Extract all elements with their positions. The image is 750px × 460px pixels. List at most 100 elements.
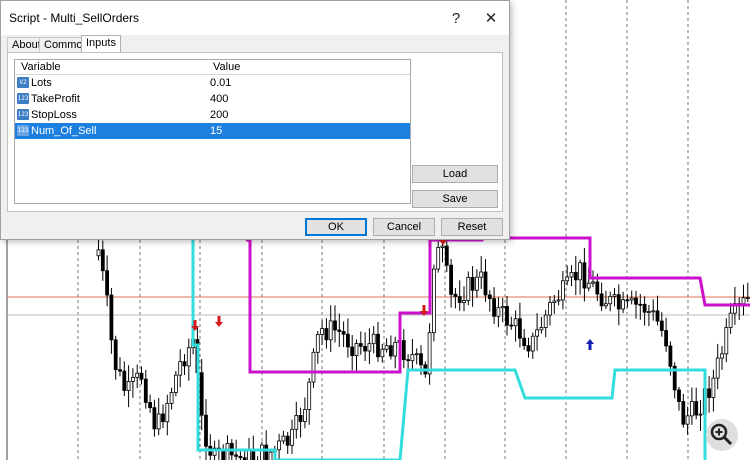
candle-body xyxy=(143,378,148,403)
candle-body xyxy=(440,245,445,248)
candle-body xyxy=(380,348,385,358)
candle-body xyxy=(410,354,415,362)
candle-body xyxy=(264,444,269,460)
cyan-indicator-line xyxy=(191,240,707,460)
candle-body xyxy=(745,297,750,299)
candle-body xyxy=(401,340,406,361)
candle-body xyxy=(483,271,488,296)
candle-body xyxy=(509,324,514,327)
candle-body xyxy=(152,407,157,430)
candle-body xyxy=(393,341,398,357)
dialog-titlebar[interactable]: Script - Multi_SellOrders ? ✕ xyxy=(1,1,509,35)
ok-button[interactable]: OK xyxy=(305,218,367,236)
zoom-icon[interactable] xyxy=(706,419,738,451)
variable-name: Num_Of_Sell xyxy=(31,125,97,137)
candle-body xyxy=(715,357,720,379)
candle-body xyxy=(358,343,363,347)
variable-name: Lots xyxy=(31,77,52,89)
variable-type-icon: 123 xyxy=(17,125,29,136)
candle-body xyxy=(427,332,432,375)
cancel-button[interactable]: Cancel xyxy=(373,218,435,236)
table-row[interactable]: 123 StopLoss 200 xyxy=(15,107,410,123)
save-button[interactable]: Save xyxy=(412,190,498,208)
candle-body xyxy=(285,435,290,446)
variable-name: StopLoss xyxy=(31,109,77,121)
close-icon[interactable]: ✕ xyxy=(476,5,506,31)
candle-body xyxy=(122,370,127,391)
candle-body xyxy=(604,303,608,307)
candle-body xyxy=(178,361,183,376)
tab-inputs[interactable]: Inputs xyxy=(81,35,121,53)
candle-body xyxy=(199,372,204,416)
variable-value[interactable]: 400 xyxy=(210,93,228,105)
candle-body xyxy=(707,388,711,398)
candle-body xyxy=(290,428,294,446)
candle-body xyxy=(302,409,307,422)
candle-body xyxy=(328,320,333,341)
reset-button[interactable]: Reset xyxy=(441,218,503,236)
candle-body xyxy=(384,345,389,350)
candle-body xyxy=(548,302,552,316)
candle-body xyxy=(324,328,329,341)
table-row[interactable]: 123 Num_Of_Sell 15 xyxy=(15,123,410,139)
candle-body xyxy=(281,435,286,442)
candle-body xyxy=(169,392,174,404)
candle-body xyxy=(130,376,135,382)
candle-body xyxy=(621,299,625,310)
candle-body xyxy=(664,330,668,347)
candle-body xyxy=(148,402,153,409)
candle-body xyxy=(333,320,337,331)
candle-body xyxy=(569,272,574,278)
variable-value[interactable]: 200 xyxy=(210,109,228,121)
candle-body xyxy=(655,310,660,322)
candle-body xyxy=(505,306,509,326)
candle-body xyxy=(431,268,436,334)
candle-body xyxy=(586,282,591,289)
candle-body xyxy=(474,276,479,291)
candle-body xyxy=(225,443,230,460)
candle-body xyxy=(337,329,342,332)
candle-body xyxy=(156,413,161,430)
candle-body xyxy=(694,401,699,416)
candle-body xyxy=(354,343,359,357)
help-button[interactable]: ? xyxy=(441,5,471,31)
candle-body xyxy=(234,454,239,457)
candle-body xyxy=(161,413,165,423)
table-row[interactable]: V2 Lots 0.01 xyxy=(15,75,410,91)
candle-body xyxy=(608,295,613,305)
candle-body xyxy=(388,345,393,357)
candle-body xyxy=(315,334,320,353)
candle-body xyxy=(556,299,561,302)
candle-body xyxy=(728,312,733,328)
candle-body xyxy=(573,272,578,281)
table-row[interactable]: 123 TakeProfit 400 xyxy=(15,91,410,107)
candle-body xyxy=(173,374,178,393)
variable-value[interactable]: 0.01 xyxy=(210,77,231,89)
candle-body xyxy=(204,414,208,447)
candle-body xyxy=(681,401,686,425)
candle-body xyxy=(724,327,729,355)
candle-body xyxy=(419,353,423,366)
load-button[interactable]: Load xyxy=(412,165,498,183)
candle-body xyxy=(741,297,746,305)
candle-body xyxy=(647,311,651,313)
candle-body xyxy=(96,249,101,257)
candle-body xyxy=(565,276,570,282)
candle-body xyxy=(634,297,638,305)
candle-body xyxy=(113,339,118,371)
candle-body xyxy=(543,314,548,328)
candle-body xyxy=(522,337,527,347)
dialog-title: Script - Multi_SellOrders xyxy=(9,11,140,25)
candle-body xyxy=(457,296,462,303)
candle-body xyxy=(135,372,140,378)
variable-value[interactable]: 15 xyxy=(210,125,222,137)
variable-type-icon: 123 xyxy=(17,93,29,104)
candle-body xyxy=(638,303,643,306)
candle-body xyxy=(406,359,411,362)
candle-body xyxy=(238,455,243,459)
candle-body xyxy=(470,277,475,291)
candle-body xyxy=(513,318,518,327)
candle-body xyxy=(591,281,595,284)
header-variable: Variable xyxy=(21,61,61,73)
candle-body xyxy=(376,333,380,358)
